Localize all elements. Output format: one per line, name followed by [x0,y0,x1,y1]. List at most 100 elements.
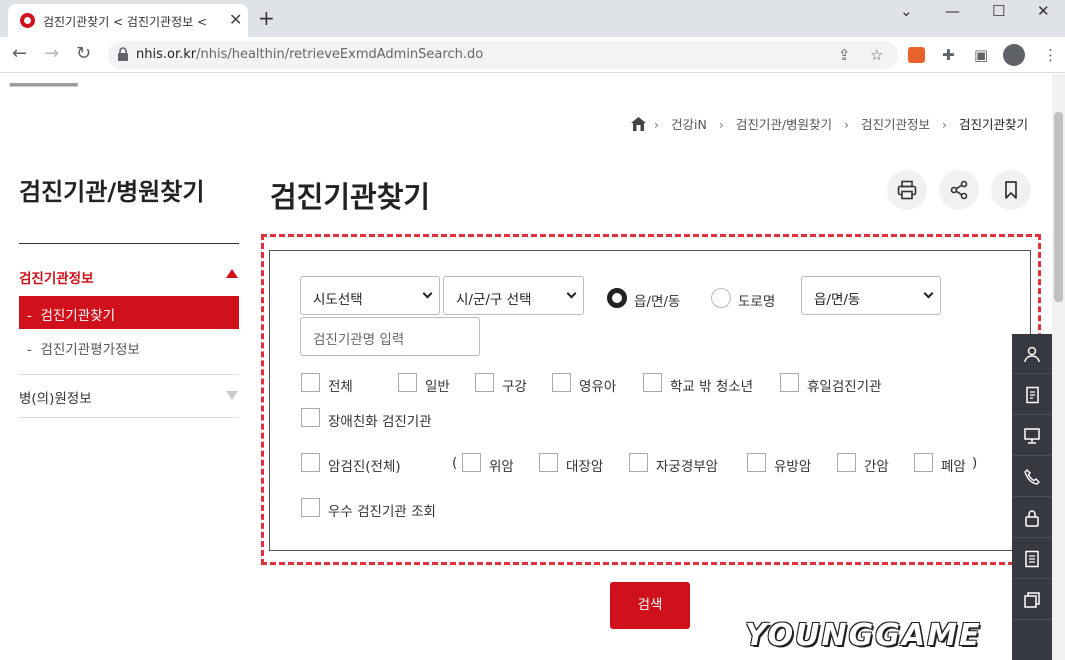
collapse-up-icon[interactable] [226,269,238,278]
minimize-icon[interactable]: — [945,2,960,20]
new-tab-icon[interactable]: + [258,6,275,30]
institution-name-input[interactable]: 검진기관명 입력 [300,317,480,356]
tab-search-chevron-icon[interactable]: ⌄ [900,2,913,20]
quick-list-button[interactable] [1012,539,1052,579]
dong-select[interactable]: 읍/면/동 [801,276,941,315]
profile-avatar-icon[interactable] [1003,44,1025,66]
paren-close: ) [972,455,978,471]
bookmark-icon [1005,181,1017,199]
page-content: ▁▁▁▁ › 건강iN › 검진기관/병원찾기 › 검진기관정보 › 검진기관찾… [0,74,1052,660]
checkbox-excellent[interactable] [301,498,320,517]
checkbox-stomach-cancer[interactable] [462,453,481,472]
checkbox-colon-cancer[interactable] [539,453,558,472]
checkbox-label: 위암 [489,459,514,475]
sidebar-item-exam-eval[interactable]: - 검진기관평가정보 [27,338,140,358]
scrollbar-thumb[interactable] [1054,112,1063,302]
browser-tab-bar: 검진기관찾기 < 검진기관정보 < ✕ + ⌄ — ☐ ✕ [0,0,1065,37]
breadcrumb-item[interactable]: 검진기관정보 [861,117,930,132]
quick-document-button[interactable] [1012,375,1052,415]
sidebar-group-exam-info[interactable]: 검진기관정보 [19,267,94,287]
checkbox-liver-cancer[interactable] [837,453,856,472]
breadcrumb-item[interactable]: 검진기관/병원찾기 [736,117,832,132]
share-page-icon[interactable]: ⇪ [838,46,851,64]
checkbox-out-of-school-youth[interactable] [643,373,662,392]
tab-close-icon[interactable]: ✕ [229,10,242,29]
sidebar-item-label: 검진기관평가정보 [40,342,140,358]
extension-ex-icon[interactable] [908,47,925,63]
page-scrollbar[interactable] [1052,74,1065,660]
checkbox-all[interactable] [301,373,320,392]
share-button[interactable] [939,170,979,210]
search-button[interactable]: 검색 [610,582,690,629]
checkbox-disability-friendly[interactable] [301,408,320,427]
window-close-icon[interactable]: ✕ [1037,2,1050,20]
checkbox-lung-cancer[interactable] [914,453,933,472]
checkbox-label: 학교 밖 청소년 [670,379,754,395]
sidebar-divider [19,417,239,418]
quick-copy-button[interactable] [1012,580,1052,620]
checkbox-label: 유방암 [774,459,812,475]
phone-icon [1024,469,1040,485]
input-placeholder: 검진기관명 입력 [313,332,405,348]
checkbox-label: 대장암 [566,459,604,475]
address-bar[interactable]: nhis.or.kr/nhis/healthin/retrieveExmdAdm… [108,41,898,69]
tab-title: 검진기관찾기 < 검진기관정보 < [43,15,208,29]
radio-road-label: 도로명 [738,294,776,310]
radio-road[interactable] [711,288,731,308]
user-icon [1024,346,1040,363]
forward-icon[interactable]: → [44,43,59,64]
checkbox-label: 폐암 [941,459,966,475]
checkbox-breast-cancer[interactable] [747,453,766,472]
checkbox-holiday[interactable] [780,373,799,392]
sidebar-divider [19,374,239,375]
print-icon [897,180,917,200]
breadcrumb-sep-icon: › [654,117,660,132]
lock-icon [118,47,128,61]
search-form: 시도선택 시/군/구 선택 읍/면/동 도로명 읍/면/동 검진기관명 입력 전… [269,250,1031,551]
print-button[interactable] [887,170,927,210]
bookmark-star-icon[interactable]: ☆ [870,46,883,64]
site-logo-partial: ▁▁▁▁ [10,74,78,87]
sigungu-select[interactable]: 시/군/구 선택 [443,276,584,315]
radio-dong[interactable] [607,288,627,308]
breadcrumb: › 건강iN › 검진기관/병원찾기 › 검진기관정보 › 검진기관찾기 [631,114,1032,133]
quick-menu [1012,334,1052,660]
expand-down-icon[interactable] [226,391,238,400]
browser-menu-icon[interactable]: ⋮ [1043,46,1058,64]
browser-tab[interactable]: 검진기관찾기 < 검진기관정보 < ✕ [8,4,248,37]
breadcrumb-current: 검진기관찾기 [958,117,1028,132]
bookmark-button[interactable] [991,170,1031,210]
checkbox-oral[interactable] [475,373,494,392]
quick-monitor-button[interactable] [1012,416,1052,456]
quick-user-button[interactable] [1012,334,1052,374]
checkbox-cervical-cancer[interactable] [629,453,648,472]
checkbox-general[interactable] [398,373,417,392]
breadcrumb-item[interactable]: 건강iN [671,117,707,132]
reload-icon[interactable]: ↻ [76,43,91,64]
quick-phone-button[interactable] [1012,457,1052,497]
sidebar-item-label: 검진기관찾기 [40,308,115,324]
breadcrumb-sep-icon: › [718,117,724,132]
back-icon[interactable]: ← [12,43,27,64]
home-icon[interactable] [631,117,647,131]
checkbox-cancer-all[interactable] [301,453,320,472]
chevron-down-icon [422,288,433,299]
url-text: nhis.or.kr/nhis/healthin/retrieveExmdAdm… [136,47,484,62]
checkbox-label: 자궁경부암 [656,459,719,475]
checkbox-label: 구강 [502,379,527,395]
sidebar-title: 검진기관/병원찾기 [19,178,205,206]
maximize-icon[interactable]: ☐ [992,2,1005,20]
document-icon [1026,386,1039,404]
watermark-logo: YOUNGGAME [745,618,982,653]
quick-lock-button[interactable] [1012,498,1052,538]
checkbox-infant[interactable] [552,373,571,392]
extensions-puzzle-icon[interactable]: ✚ [942,46,955,64]
sidebar-item-exam-search[interactable]: - 검진기관찾기 [19,296,239,329]
checkbox-label: 휴일검진기관 [807,379,882,395]
radio-dong-label: 읍/면/동 [634,294,681,310]
sidebar-group-hospital-info[interactable]: 병(의)원정보 [19,387,92,407]
sido-select[interactable]: 시도선택 [300,276,440,315]
lock-icon [1025,510,1039,527]
checkbox-label: 영유아 [579,379,617,395]
side-panel-icon[interactable]: ▣ [974,46,988,64]
